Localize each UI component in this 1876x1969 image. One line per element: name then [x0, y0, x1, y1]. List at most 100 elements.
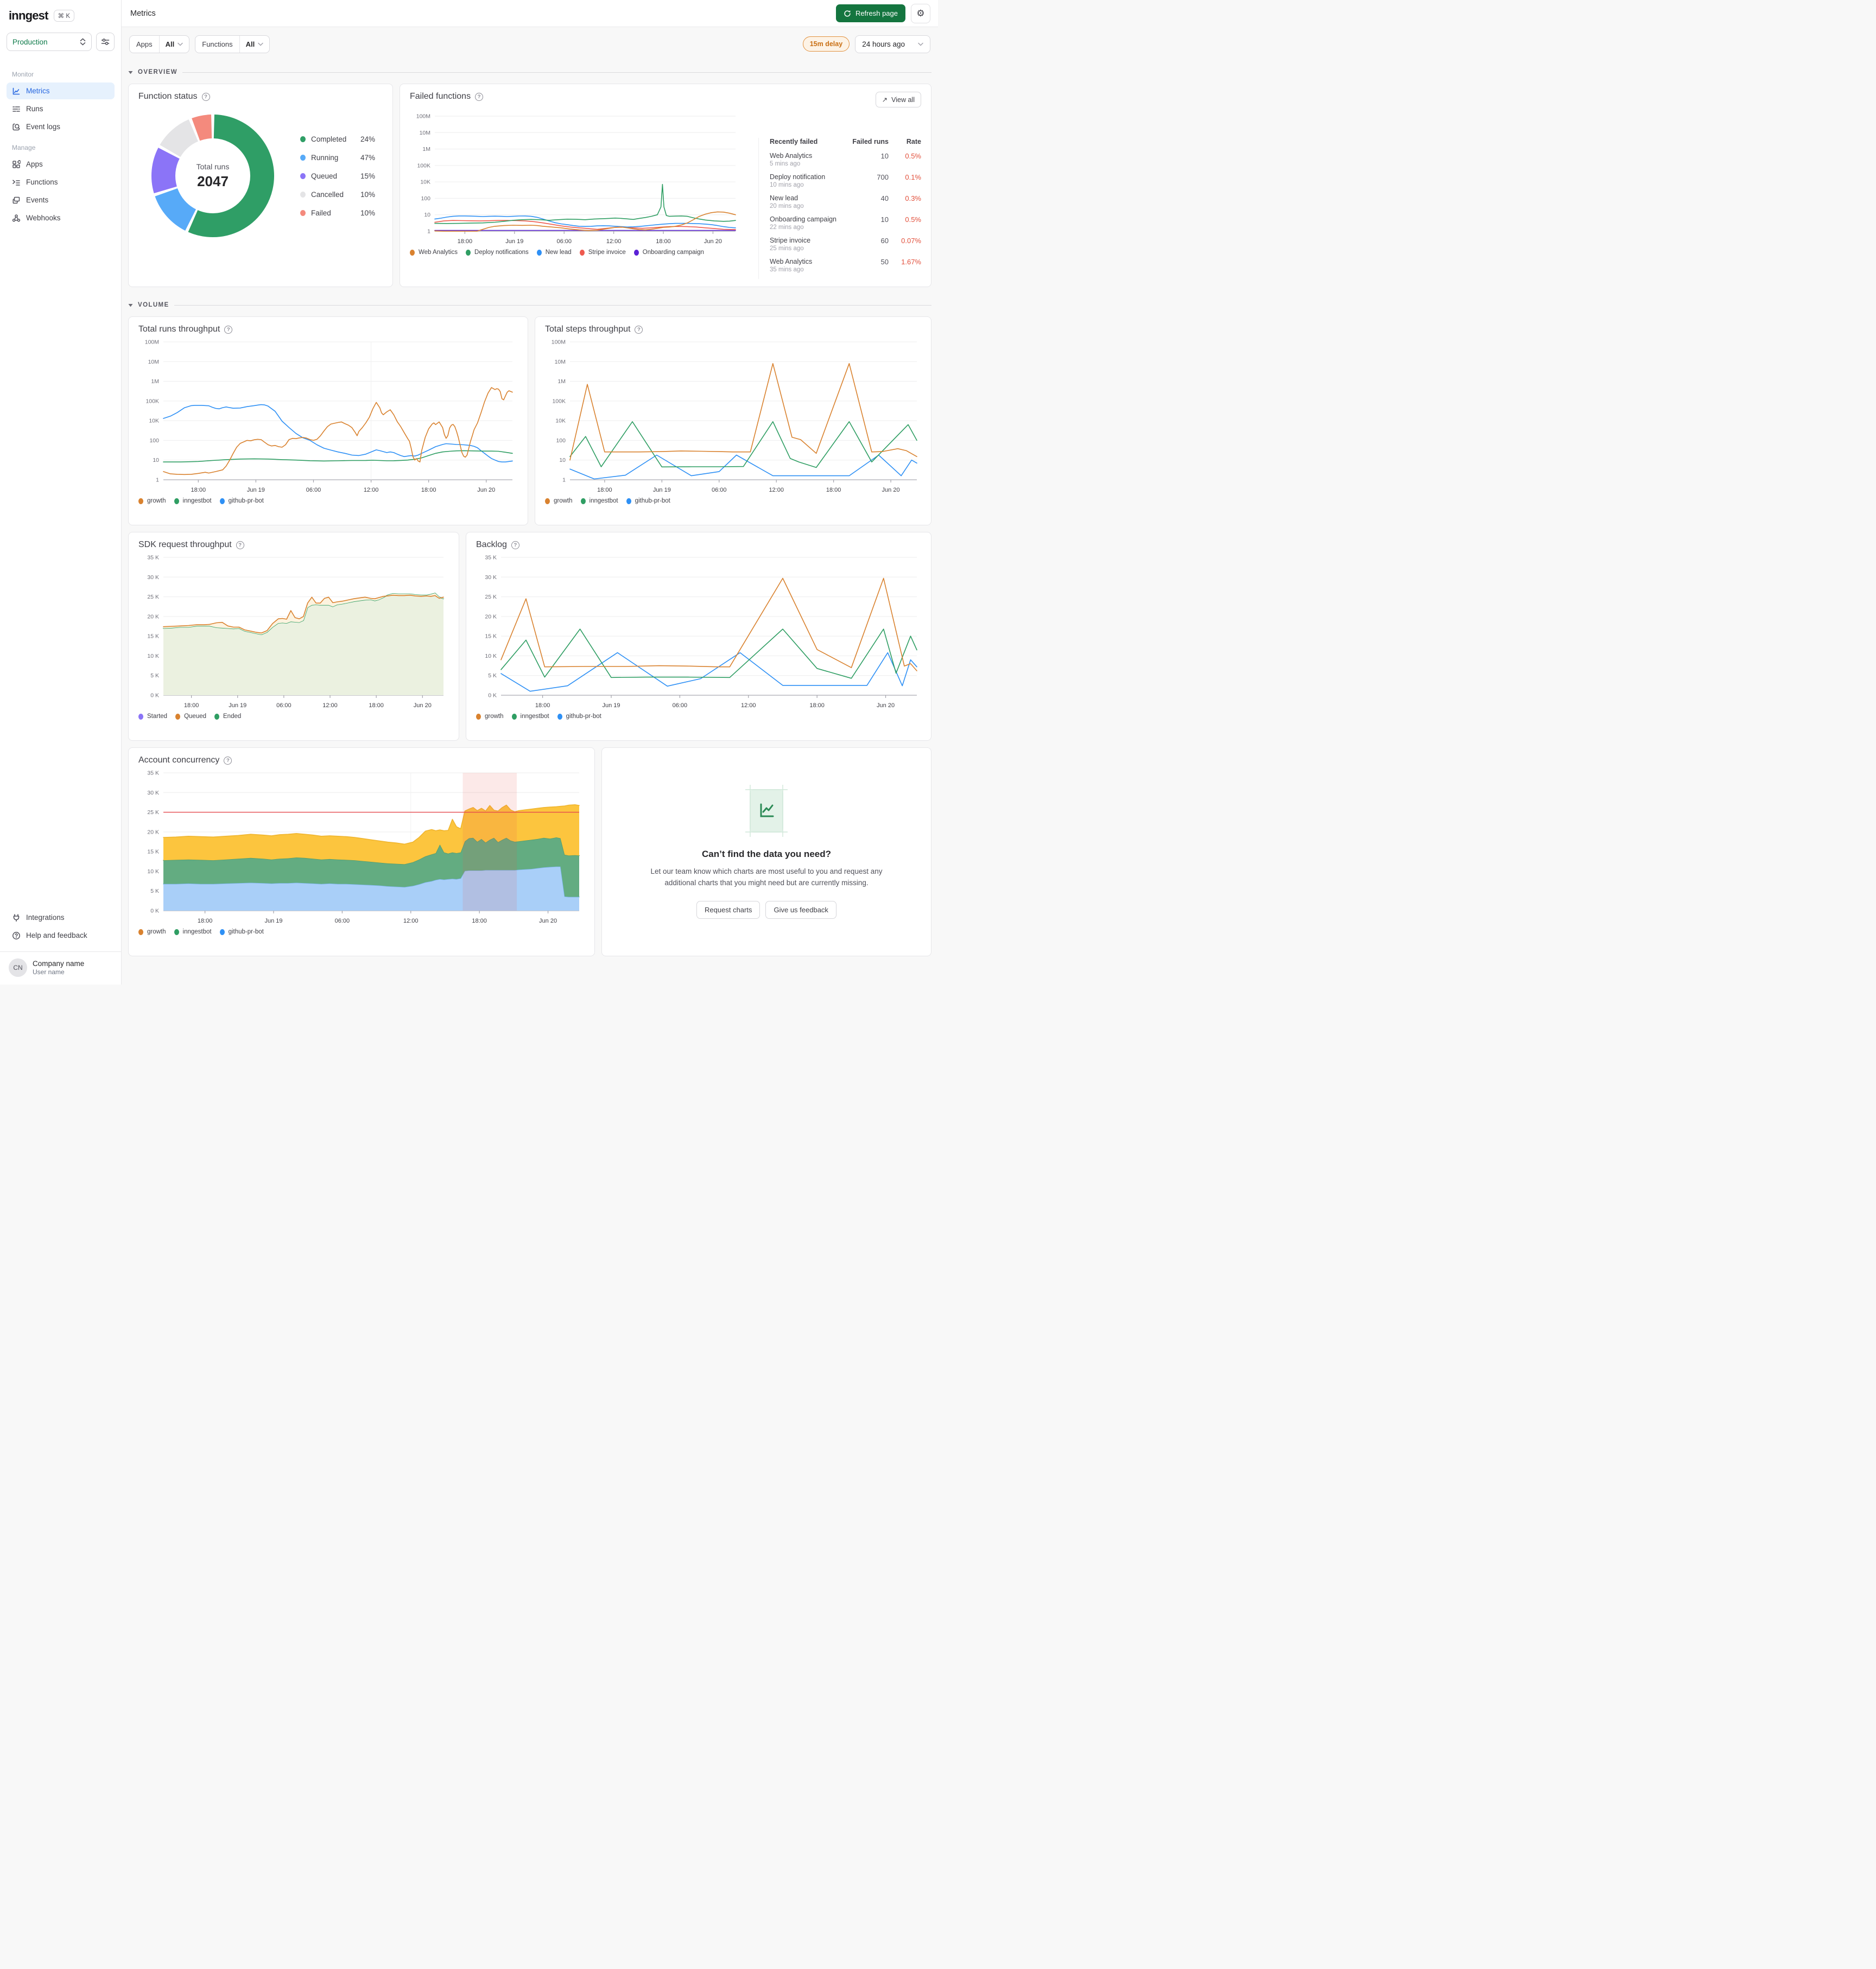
legend-item[interactable]: New lead — [536, 249, 572, 256]
status-legend-item[interactable]: Running 47% — [300, 154, 375, 162]
help-icon[interactable]: ? — [236, 541, 244, 549]
status-legend-item[interactable]: Completed 24% — [300, 135, 375, 143]
failed-runs: 40 — [880, 194, 889, 202]
environment-filter-button[interactable] — [96, 33, 115, 51]
table-row[interactable]: Web Analytics 5 mins ago 10 0.5% — [770, 152, 921, 167]
sidebar-item-apps[interactable]: Apps — [7, 156, 115, 173]
legend-item[interactable]: inngestbot — [174, 929, 212, 935]
legend-dot — [300, 136, 306, 142]
search-doc-icon — [12, 123, 21, 131]
svg-text:10M: 10M — [148, 359, 159, 365]
help-icon[interactable]: ? — [224, 325, 233, 334]
chevron-down-icon — [178, 42, 183, 46]
legend-item[interactable]: growth — [138, 498, 166, 504]
account-company: Company name — [33, 960, 85, 968]
svg-text:18:00: 18:00 — [809, 702, 825, 709]
legend-dot — [138, 498, 143, 504]
table-row[interactable]: Onboarding campaign 22 mins ago 10 0.5% — [770, 215, 921, 231]
account-row[interactable]: CN Company name User name — [7, 952, 115, 977]
sidebar-footer: Integrations Help and feedback — [7, 909, 115, 945]
status-label: Queued — [311, 172, 338, 180]
legend-item[interactable]: github-pr-bot — [219, 929, 264, 935]
legend-label: Deploy notifications — [474, 249, 529, 256]
view-all-button[interactable]: ↗ View all — [875, 92, 921, 107]
svg-text:1M: 1M — [422, 146, 430, 153]
time-range-select[interactable]: 24 hours ago — [855, 35, 930, 53]
svg-text:Jun 20: Jun 20 — [414, 702, 432, 709]
svg-text:18:00: 18:00 — [535, 702, 550, 709]
legend-item[interactable]: github-pr-bot — [557, 713, 601, 720]
nav-group-label: Manage — [12, 144, 36, 151]
refresh-page-button[interactable]: Refresh page — [835, 4, 905, 22]
failure-rate: 0.5% — [905, 215, 921, 224]
function-name: Deploy notification — [770, 173, 826, 181]
legend-item[interactable]: Queued — [175, 713, 206, 720]
failure-rate: 0.3% — [905, 194, 921, 202]
request-charts-button[interactable]: Request charts — [696, 900, 760, 919]
status-legend-item[interactable]: Queued 15% — [300, 172, 375, 180]
col-failed-runs: Failed runs — [852, 138, 889, 145]
legend-dot — [410, 249, 415, 256]
table-row[interactable]: Deploy notification 10 mins ago 700 0.1% — [770, 173, 921, 188]
legend-dot — [545, 498, 550, 504]
legend-dot — [300, 154, 306, 161]
legend-item[interactable]: growth — [545, 498, 573, 504]
delay-badge: 15m delay — [802, 36, 850, 52]
svg-text:Jun 19: Jun 19 — [247, 487, 265, 493]
svg-text:18:00: 18:00 — [369, 702, 384, 709]
legend-item[interactable]: Started — [138, 713, 167, 720]
logo-row: inngest ⌘ K — [7, 9, 115, 23]
legend-item[interactable]: inngestbot — [174, 498, 212, 504]
sidebar-item-event-logs[interactable]: Event logs — [7, 118, 115, 135]
environment-select[interactable]: Production — [7, 33, 92, 51]
status-legend-item[interactable]: Failed 10% — [300, 209, 375, 217]
volume-row-2: SDK request throughput ? 0 K 5 K 10 K 15 K 2… — [128, 532, 931, 741]
section-divider-line — [174, 304, 931, 306]
section-volume-header[interactable]: VOLUME — [128, 294, 931, 316]
legend-label: Stripe invoice — [588, 249, 626, 256]
legend-item[interactable]: github-pr-bot — [626, 498, 670, 504]
give-feedback-button[interactable]: Give us feedback — [765, 900, 836, 919]
help-icon[interactable]: ? — [475, 92, 484, 101]
settings-button[interactable]: ⚙ — [911, 3, 930, 23]
legend-label: growth — [485, 713, 504, 720]
sidebar-item-integrations[interactable]: Integrations — [7, 909, 115, 926]
apps-filter[interactable]: Apps All — [129, 35, 190, 53]
help-icon[interactable]: ? — [511, 541, 519, 549]
svg-text:5 K: 5 K — [150, 672, 159, 679]
status-legend-item[interactable]: Cancelled 10% — [300, 190, 375, 199]
functions-filter[interactable]: Functions All — [195, 35, 270, 53]
svg-text:100K: 100K — [417, 162, 430, 169]
legend-label: growth — [147, 929, 166, 935]
table-row[interactable]: New lead 20 mins ago 40 0.3% — [770, 194, 921, 209]
legend-item[interactable]: github-pr-bot — [219, 498, 264, 504]
svg-text:5 K: 5 K — [488, 672, 497, 679]
legend-item[interactable]: Web Analytics — [410, 249, 458, 256]
section-overview-header[interactable]: OVERVIEW — [128, 61, 931, 84]
sidebar-item-metrics[interactable]: Metrics — [7, 82, 115, 99]
legend-item[interactable]: Stripe invoice — [579, 249, 626, 256]
legend-item[interactable]: Ended — [214, 713, 241, 720]
sidebar-item-runs[interactable]: Runs — [7, 100, 115, 117]
sidebar-item-webhooks[interactable]: Webhooks — [7, 209, 115, 226]
legend-item[interactable]: growth — [138, 929, 166, 935]
legend-label: github-pr-bot — [228, 929, 264, 935]
filter-right: 15m delay 24 hours ago — [802, 35, 930, 53]
help-icon[interactable]: ? — [635, 325, 643, 334]
sidebar-item-events[interactable]: Events — [7, 192, 115, 208]
sidebar-item-help[interactable]: Help and feedback — [7, 927, 115, 944]
table-row[interactable]: Stripe invoice 25 mins ago 60 0.07% — [770, 237, 921, 252]
command-k-shortcut[interactable]: ⌘ K — [53, 10, 74, 22]
cta-buttons: Request charts Give us feedback — [696, 900, 836, 919]
table-row[interactable]: Web Analytics 35 mins ago 50 1.67% — [770, 258, 921, 273]
legend-item[interactable]: growth — [476, 713, 504, 720]
legend-item[interactable]: inngestbot — [580, 498, 618, 504]
help-icon[interactable]: ? — [224, 756, 232, 765]
sidebar-item-functions[interactable]: Functions — [7, 174, 115, 190]
legend-item[interactable]: inngestbot — [511, 713, 549, 720]
svg-text:06:00: 06:00 — [276, 702, 291, 709]
help-icon[interactable]: ? — [201, 92, 210, 101]
legend-item[interactable]: Deploy notifications — [466, 249, 529, 256]
svg-text:1: 1 — [562, 477, 566, 484]
legend-item[interactable]: Onboarding campaign — [633, 249, 704, 256]
